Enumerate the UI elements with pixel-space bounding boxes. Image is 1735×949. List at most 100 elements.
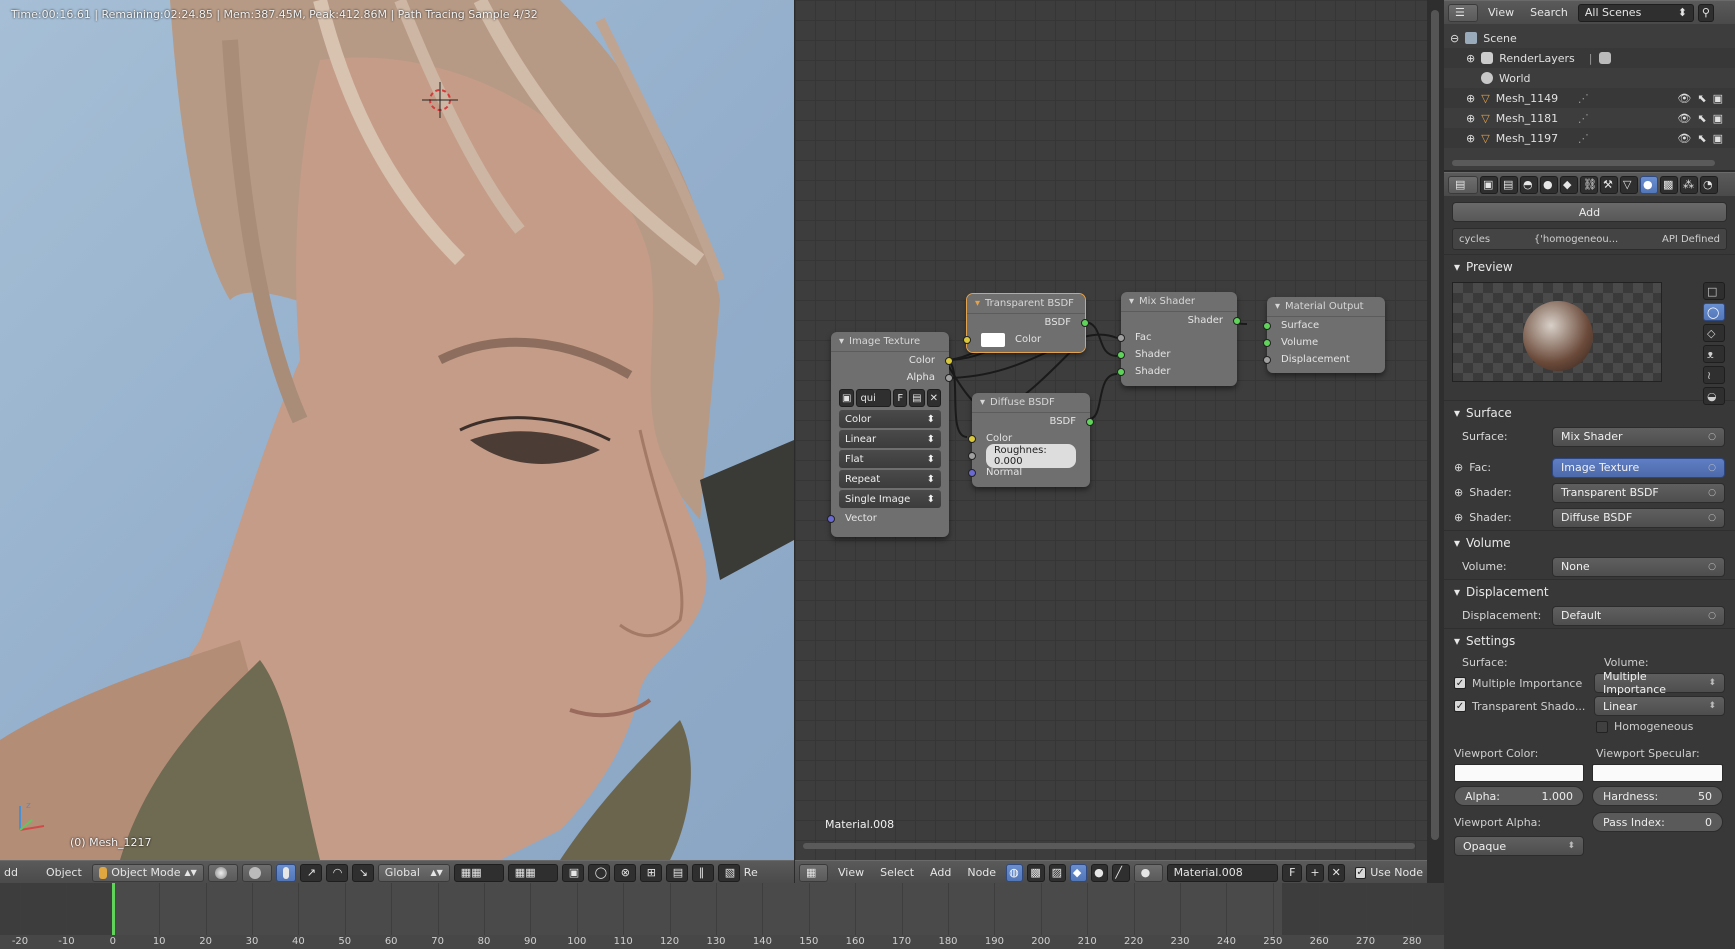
proportional-edit-button[interactable]: ◯ xyxy=(587,863,610,882)
outliner-scrollbar[interactable] xyxy=(1452,160,1715,166)
volume-sampling-dropdown[interactable]: Multiple Importance ⬍ xyxy=(1594,670,1725,696)
outliner-row-world[interactable]: World xyxy=(1444,68,1735,88)
3d-viewport[interactable]: z Time:00:16.61 | Remaining:02:24.85 | M… xyxy=(0,0,794,860)
transparent-shadows-checkbox[interactable]: ✓ xyxy=(1454,700,1466,712)
fac-socket[interactable] xyxy=(1117,333,1125,342)
image-name-field[interactable]: qui xyxy=(856,389,892,407)
image-texture-node[interactable]: ▾ Image Texture Color Alpha ▣ qui F ▤ ✕ … xyxy=(827,332,953,537)
displacement-field[interactable]: Default ○ xyxy=(1552,605,1725,626)
viewport-shading-dropdown[interactable] xyxy=(207,863,238,882)
source-dropdown[interactable]: Single Image ⬍ xyxy=(839,490,941,508)
current-frame-indicator[interactable] xyxy=(112,883,115,935)
bsdf-socket[interactable] xyxy=(1081,318,1089,327)
shader-tree-button[interactable]: ◍ xyxy=(1006,863,1024,882)
volume-panel-header[interactable]: ▾ Volume xyxy=(1444,530,1735,554)
outliner-row-scene[interactable]: ⊖ Scene xyxy=(1444,28,1735,48)
outliner-row-mesh[interactable]: ⊕ ▽ Mesh_1197 ⋰ 👁⬉▣ xyxy=(1444,128,1735,148)
open-image-button[interactable]: ▤ xyxy=(909,389,925,407)
fake-user-button[interactable]: F xyxy=(1282,863,1303,882)
orientation-dropdown[interactable]: Global ▲▼ xyxy=(377,863,450,882)
editor-type-dropdown[interactable]: ▤ xyxy=(1448,175,1478,194)
tab-constraints[interactable]: ⛓ xyxy=(1580,175,1598,194)
visibility-icons[interactable]: 👁⬉▣ xyxy=(1677,112,1729,125)
opengl-render-button[interactable]: ▤ xyxy=(665,863,688,882)
surface-socket[interactable] xyxy=(1263,321,1271,330)
projection-dropdown[interactable]: Flat ⬍ xyxy=(839,450,941,468)
shader-socket[interactable] xyxy=(1117,350,1125,359)
normal-socket[interactable] xyxy=(968,468,976,477)
add-button[interactable]: Add xyxy=(1452,202,1727,222)
display-mode-dropdown[interactable]: All Scenes ⬍ xyxy=(1577,3,1694,22)
node-menu[interactable]: Node xyxy=(961,864,1002,882)
timeline[interactable]: -20 -10 0 10 20 30 40 50 60 70 80 90 100 110 120 130 140… xyxy=(0,883,1444,949)
object-shader-button[interactable]: ◆ xyxy=(1069,863,1088,882)
tab-texture[interactable]: ▩ xyxy=(1660,175,1678,194)
snap-element-dropdown[interactable]: ⊞ xyxy=(639,863,662,882)
preview-flat-button[interactable]: □ xyxy=(1703,282,1725,300)
image-browse-button[interactable]: ▣ xyxy=(839,389,855,407)
tab-material[interactable]: ● xyxy=(1640,175,1658,194)
pivot-dropdown[interactable] xyxy=(241,863,272,882)
node-header[interactable]: ▾ Mix Shader xyxy=(1121,292,1237,312)
viewport-color-swatch[interactable] xyxy=(1454,764,1584,782)
search-menu[interactable]: Search xyxy=(1524,4,1574,22)
color-socket[interactable] xyxy=(963,335,971,344)
outliner[interactable]: ☰ View Search All Scenes ⬍ ⚲ ⊖ Scene ⊕ R… xyxy=(1444,0,1735,170)
blend-mode-dropdown[interactable]: Opaque ⬍ xyxy=(1454,836,1584,856)
unlink-button[interactable]: ✕ xyxy=(926,389,941,407)
horizontal-scrollbar[interactable] xyxy=(803,843,1415,849)
fac-field[interactable]: Image Texture ○ xyxy=(1552,457,1725,478)
node-editor-vertical-scrollbar[interactable] xyxy=(1431,10,1439,840)
extension-dropdown[interactable]: Repeat ⬍ xyxy=(839,470,941,488)
view-menu[interactable]: View xyxy=(1482,4,1520,22)
select-menu[interactable]: Select xyxy=(874,864,920,882)
preview-monkey-button[interactable]: ᴥ xyxy=(1703,345,1725,363)
node-header[interactable]: ▾ Image Texture xyxy=(831,332,949,352)
layers-grid-a[interactable]: ▦▦ xyxy=(453,863,504,882)
use-nodes-checkbox[interactable]: ✓ xyxy=(1354,866,1367,879)
unlink-material-button[interactable]: ✕ xyxy=(1327,863,1345,882)
shader-output-socket[interactable] xyxy=(1233,316,1241,325)
material-browse-button[interactable]: ● xyxy=(1133,863,1163,882)
outliner-row-mesh[interactable]: ⊕ ▽ Mesh_1149 ⋰ 👁⬉▣ xyxy=(1444,88,1735,108)
vector-socket[interactable] xyxy=(827,514,835,523)
preview-sphere-button[interactable]: ◯ xyxy=(1703,303,1725,321)
search-button[interactable]: ⚲ xyxy=(1697,3,1714,22)
volume-shader-field[interactable]: None ○ xyxy=(1552,556,1725,577)
transparent-bsdf-node[interactable]: ▾ Transparent BSDF BSDF Color xyxy=(963,293,1089,353)
color-swatch[interactable] xyxy=(981,332,1005,347)
color-socket[interactable] xyxy=(968,434,976,443)
diffuse-bsdf-node[interactable]: ▾ Diffuse BSDF BSDF Color Roughnes: 0.00… xyxy=(968,393,1094,487)
mode-dropdown[interactable]: Object Mode ▲▼ xyxy=(91,863,204,882)
snap-toggle[interactable]: ⊗ xyxy=(613,863,636,882)
object-menu[interactable]: Object xyxy=(40,864,88,882)
surface-panel-header[interactable]: ▾ Surface xyxy=(1444,400,1735,424)
timeline-track[interactable] xyxy=(0,883,1444,935)
surface-shader-field[interactable]: Mix Shader ○ xyxy=(1552,426,1725,447)
displacement-socket[interactable] xyxy=(1263,355,1271,364)
editor-type-dropdown[interactable]: ▦ xyxy=(799,863,828,882)
color-socket[interactable] xyxy=(945,356,953,365)
tab-particles[interactable]: ⁂ xyxy=(1680,175,1698,194)
mix-shader-node[interactable]: ▾ Mix Shader Shader Fac Shader Shader xyxy=(1117,292,1241,386)
tab-object[interactable]: ◆ xyxy=(1560,175,1578,194)
pause-button[interactable]: ∥ xyxy=(691,863,714,882)
tab-data[interactable]: ▽ xyxy=(1620,175,1638,194)
manipulator-toggle[interactable] xyxy=(275,863,296,882)
outliner-row-mesh[interactable]: ⊕ ▽ Mesh_1181 ⋰ 👁⬉▣ xyxy=(1444,108,1735,128)
shader2-field[interactable]: Diffuse BSDF ○ xyxy=(1552,507,1725,528)
add-menu[interactable]: Add xyxy=(924,864,957,882)
rotate-manipulator[interactable]: ◠ xyxy=(325,863,348,882)
preview-cube-button[interactable]: ◇ xyxy=(1703,324,1725,342)
roughness-socket[interactable] xyxy=(968,451,976,460)
outliner-row-renderlayers[interactable]: ⊕ RenderLayers | xyxy=(1444,48,1735,68)
shader-socket[interactable] xyxy=(1117,367,1125,376)
custom-property-row[interactable]: cycles {'homogeneou... API Defined xyxy=(1452,228,1727,250)
displacement-panel-header[interactable]: ▾ Displacement xyxy=(1444,579,1735,603)
material-output-node[interactable]: ▾ Material Output Surface Volume Displac… xyxy=(1263,297,1385,373)
tab-physics[interactable]: ◔ xyxy=(1700,175,1718,194)
node-header[interactable]: ▾ Diffuse BSDF xyxy=(972,393,1090,413)
preview-panel-header[interactable]: ▾ Preview xyxy=(1444,254,1735,278)
multiple-importance-checkbox[interactable]: ✓ xyxy=(1454,677,1466,689)
alpha-field[interactable]: Alpha: 1.000 xyxy=(1454,786,1584,806)
